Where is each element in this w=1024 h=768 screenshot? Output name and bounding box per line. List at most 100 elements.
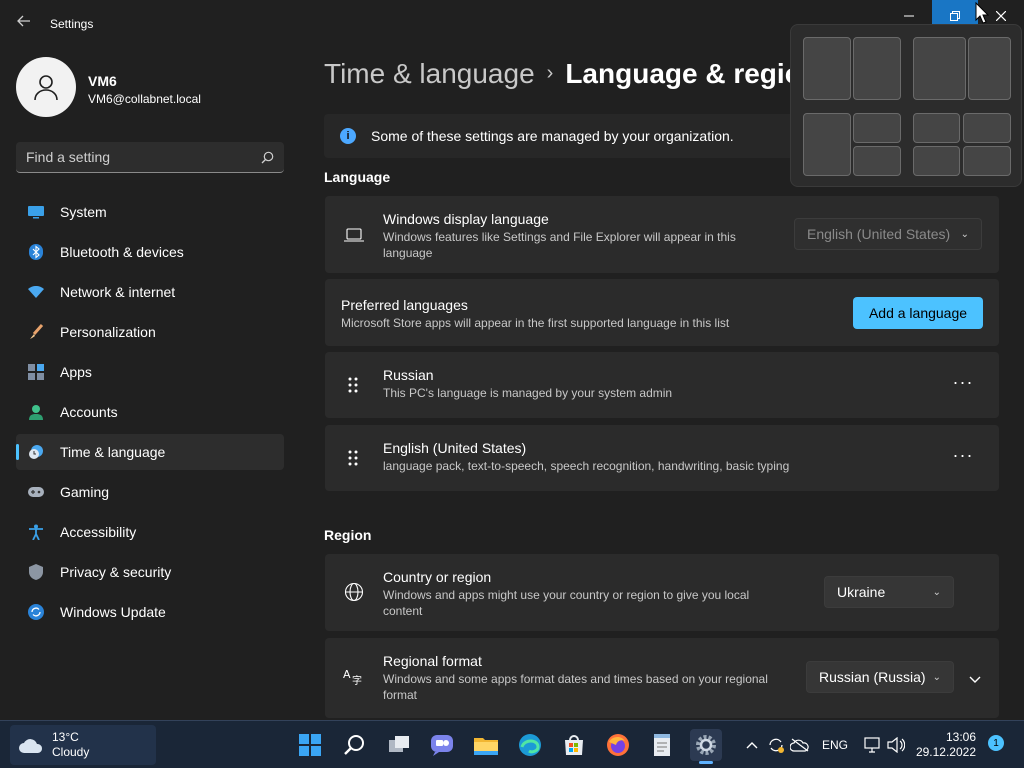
sidebar-item-bluetooth[interactable]: Bluetooth & devices (16, 234, 284, 270)
gear-icon (696, 735, 716, 755)
sidebar-item-apps[interactable]: Apps (16, 354, 284, 390)
sidebar-item-label: Personalization (60, 324, 156, 340)
edge-button[interactable] (514, 729, 546, 761)
language-name: Russian (383, 367, 434, 383)
notepad-icon (654, 734, 670, 756)
language-list-item[interactable]: English (United States) language pack, t… (325, 425, 999, 491)
input-language-indicator[interactable]: ENG (822, 738, 848, 752)
wifi-icon (28, 284, 44, 300)
drag-handle-icon[interactable] (345, 375, 361, 395)
language-list-item[interactable]: Russian This PC's language is managed by… (325, 352, 999, 418)
snap-zone[interactable] (913, 37, 966, 100)
display-language-value: English (United States) (807, 226, 951, 242)
folder-icon (474, 738, 498, 755)
snap-zone[interactable] (853, 146, 901, 176)
sidebar-item-privacy[interactable]: Privacy & security (16, 554, 284, 590)
page-title: Language & region (565, 58, 794, 89)
notepad-button[interactable] (646, 729, 678, 761)
search-icon (344, 735, 364, 755)
snap-zone[interactable] (963, 113, 1011, 143)
app-title: Settings (50, 17, 94, 31)
display-language-title: Windows display language (383, 211, 549, 227)
sidebar-item-time-language[interactable]: Time & language (16, 434, 284, 470)
mouse-cursor-icon (975, 2, 989, 24)
accessibility-icon (28, 524, 44, 540)
section-title-language: Language (324, 169, 391, 185)
apps-icon (28, 364, 44, 380)
taskbar-search-button[interactable] (338, 729, 370, 761)
chevron-down-icon: ⌄ (932, 587, 941, 598)
weather-text: 13°C Cloudy (52, 730, 89, 760)
preferred-languages-card: Preferred languages Microsoft Store apps… (325, 279, 999, 346)
snap-zone[interactable] (853, 37, 901, 100)
language-desc: This PC's language is managed by your sy… (383, 386, 673, 400)
snap-zone[interactable] (803, 113, 851, 176)
regional-format-dropdown[interactable]: Russian (Russia) ⌄ (806, 661, 954, 693)
settings-taskbar-button[interactable] (690, 729, 722, 764)
back-button[interactable] (12, 12, 36, 36)
task-view-button[interactable] (383, 729, 415, 761)
more-options-icon[interactable]: ··· (951, 445, 975, 469)
breadcrumb: Time & language › Language & region (324, 58, 794, 90)
expand-chevron-icon[interactable] (965, 670, 985, 690)
sidebar-item-system[interactable]: System (16, 194, 284, 230)
sidebar-item-personalization[interactable]: Personalization (16, 314, 284, 350)
chevron-down-icon: ⌄ (932, 672, 941, 683)
close-icon (996, 11, 1006, 21)
snap-zone[interactable] (803, 37, 851, 100)
sidebar-item-gaming[interactable]: Gaming (16, 474, 284, 510)
windows-logo-icon (299, 734, 321, 756)
search-input[interactable] (26, 149, 261, 165)
regional-format-value: Russian (Russia) (819, 669, 926, 685)
start-button[interactable] (294, 729, 326, 761)
user-email: VM6@collabnet.local (88, 92, 201, 106)
clock-time: 13:06 (945, 730, 976, 744)
restore-icon (950, 11, 960, 21)
snap-zone[interactable] (853, 113, 901, 143)
snap-zone[interactable] (968, 37, 1011, 100)
sync-icon[interactable] (766, 735, 786, 755)
country-value: Ukraine (837, 584, 886, 600)
sidebar-item-windows-update[interactable]: Windows Update (16, 594, 284, 630)
sidebar-item-label: Gaming (60, 484, 110, 500)
user-name: VM6 (88, 73, 117, 89)
more-options-icon[interactable]: ··· (951, 372, 975, 396)
add-language-button[interactable]: Add a language (853, 297, 983, 329)
breadcrumb-parent[interactable]: Time & language (324, 58, 535, 89)
country-dropdown[interactable]: Ukraine ⌄ (824, 576, 954, 608)
notification-badge[interactable]: 1 (988, 735, 1004, 751)
sidebar-item-accounts[interactable]: Accounts (16, 394, 284, 430)
sidebar-item-accessibility[interactable]: Accessibility (16, 514, 284, 550)
shield-icon (28, 564, 44, 580)
weather-temperature: 13°C (52, 730, 79, 744)
accounts-icon (28, 404, 44, 420)
sidebar-item-label: Privacy & security (60, 564, 172, 580)
onedrive-icon[interactable] (790, 735, 810, 755)
clock[interactable]: 13:06 29.12.2022 (912, 730, 976, 760)
regional-format-icon: A字 (343, 665, 365, 687)
sidebar-item-label: Accounts (60, 404, 118, 420)
volume-icon[interactable] (886, 735, 906, 755)
snap-zone[interactable] (913, 113, 960, 143)
store-button[interactable] (558, 729, 590, 761)
snap-zone[interactable] (963, 146, 1011, 176)
network-icon[interactable] (862, 735, 882, 755)
snap-zone[interactable] (913, 146, 960, 176)
teams-chat-button[interactable] (426, 729, 458, 761)
search-box[interactable] (16, 142, 284, 173)
search-icon (261, 151, 274, 163)
firefox-button[interactable] (602, 729, 634, 761)
chevron-up-icon[interactable] (742, 735, 762, 755)
sidebar-item-label: Accessibility (60, 524, 137, 540)
chevron-down-icon: ⌄ (960, 229, 969, 240)
sidebar-item-label: Bluetooth & devices (60, 244, 184, 260)
file-explorer-button[interactable] (470, 729, 502, 761)
sidebar-item-network[interactable]: Network & internet (16, 274, 284, 310)
chevron-right-icon: › (546, 62, 554, 84)
drag-handle-icon[interactable] (345, 448, 361, 468)
display-language-dropdown[interactable]: English (United States) ⌄ (794, 218, 982, 250)
language-name: English (United States) (383, 440, 527, 456)
system-icon (28, 204, 44, 220)
display-language-card: Windows display language Windows feature… (325, 196, 999, 273)
weather-widget[interactable]: 13°C Cloudy (10, 725, 156, 765)
